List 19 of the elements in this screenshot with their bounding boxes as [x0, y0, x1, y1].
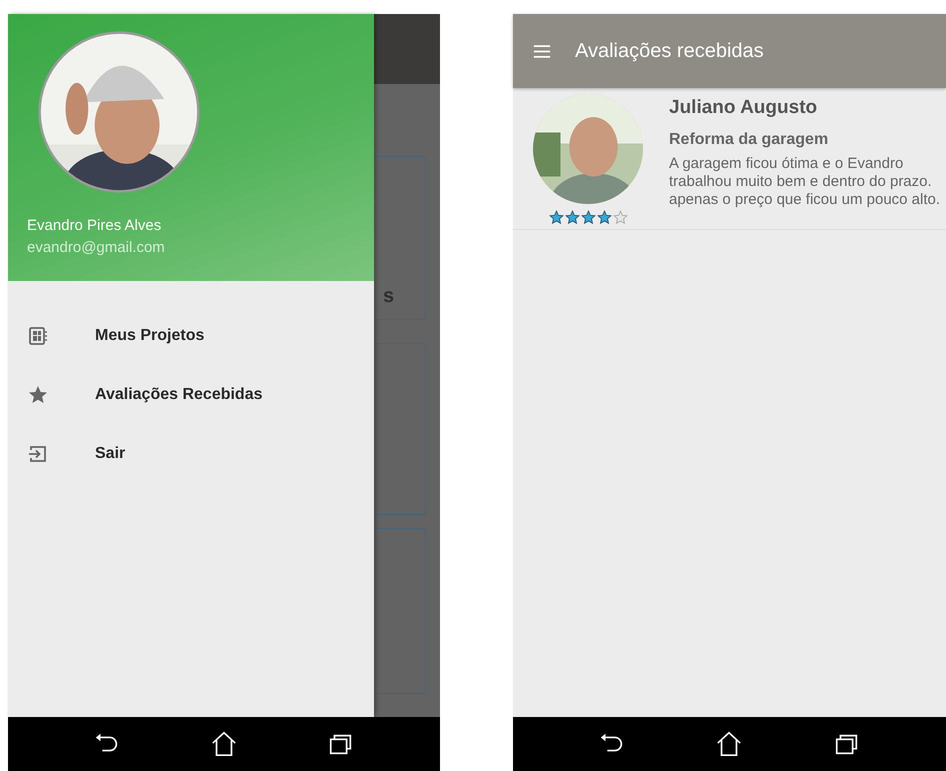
reviewer-name: Juliano Augusto [669, 97, 818, 119]
menu-item[interactable]: Avaliações Recebidas [8, 365, 374, 424]
user-name: Evandro Pires Alves [27, 217, 162, 234]
home-icon[interactable] [715, 730, 744, 758]
menu-item[interactable]: Meus Projetos [8, 306, 374, 365]
menu-icon[interactable] [533, 44, 551, 58]
screen-title: Avaliações recebidas [575, 40, 764, 62]
filled-star-icon [596, 210, 612, 225]
review-comment: A garagem ficou ótima e o Evandro trabalhou muito bem e dentro do prazo. apenas o preço que ficou um pouco alto. [669, 155, 942, 209]
filled-star-icon [564, 210, 580, 225]
filled-star-icon [580, 210, 596, 225]
menu-item[interactable]: Sair [8, 424, 374, 483]
filled-star-icon [548, 210, 564, 225]
home-icon[interactable] [210, 730, 238, 758]
exit-icon [28, 444, 48, 464]
project-name: Reforma da garagem [669, 131, 830, 149]
star-icon [28, 384, 48, 404]
user-email: evandro@gmail.com [27, 239, 166, 256]
grid-icon [28, 326, 48, 346]
